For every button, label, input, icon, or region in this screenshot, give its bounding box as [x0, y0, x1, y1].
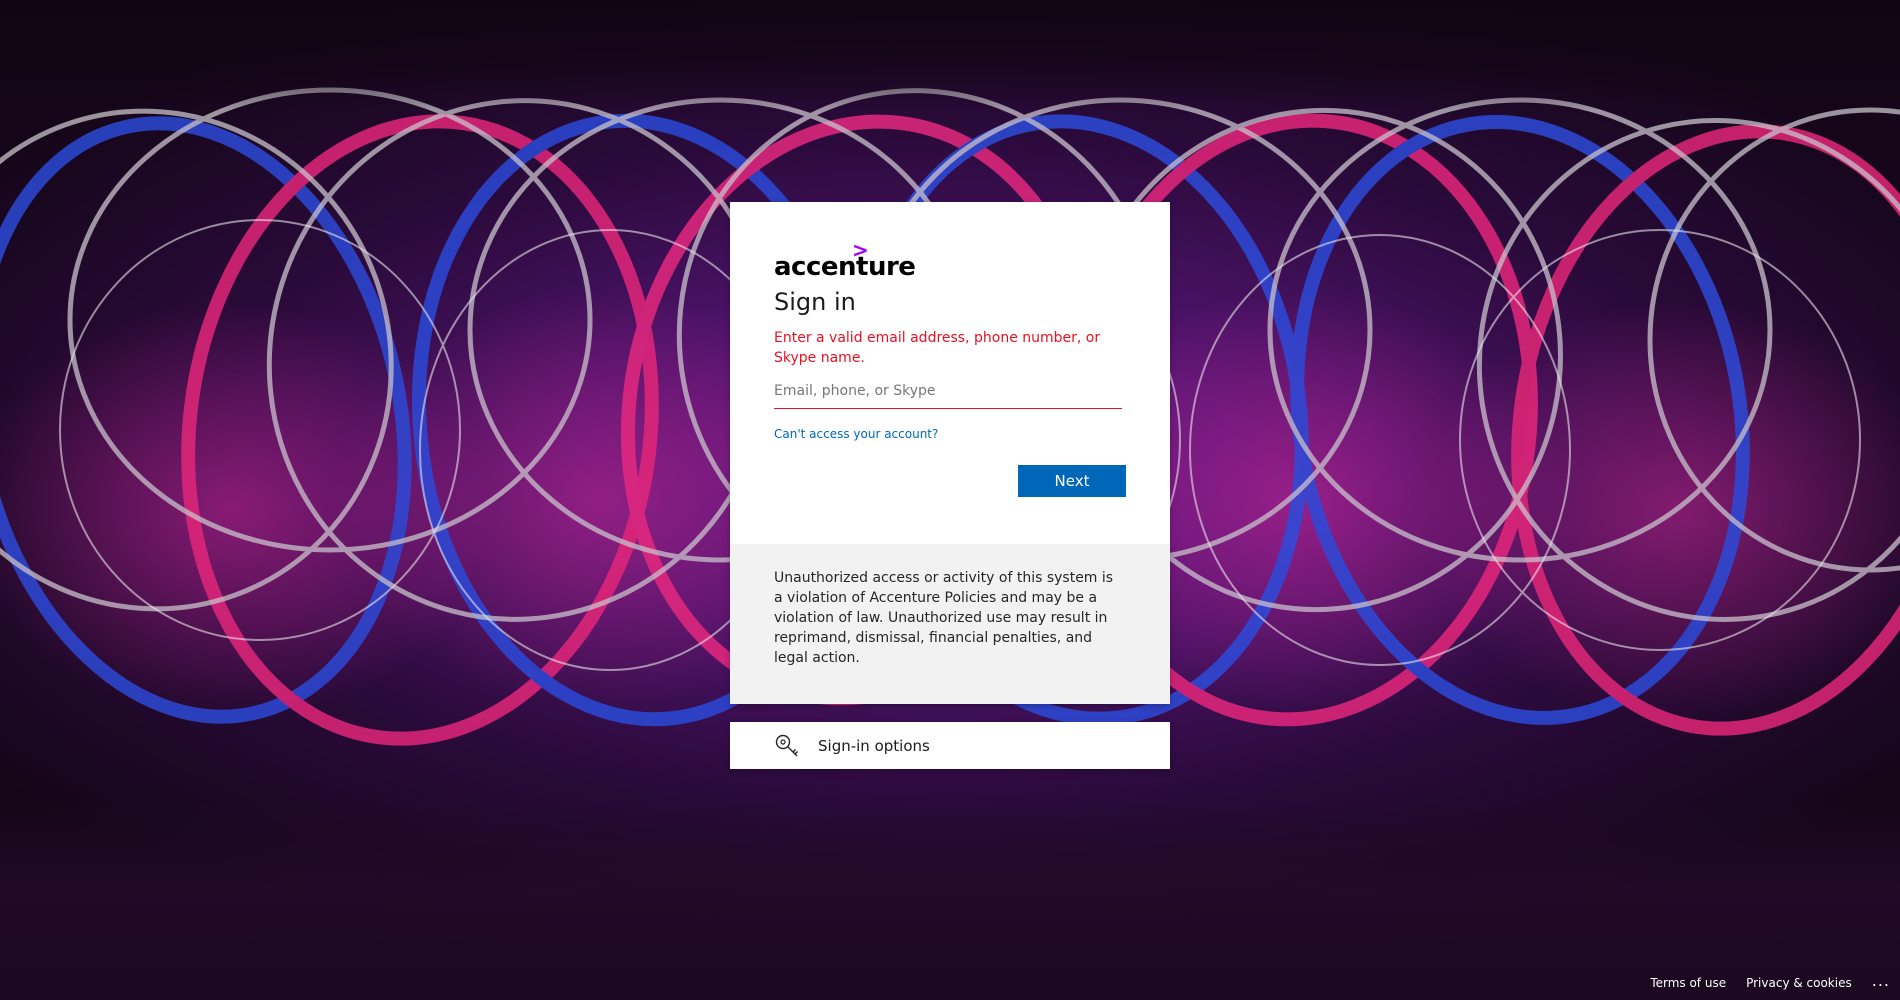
- footer: Terms of use Privacy & cookies ...: [1650, 971, 1890, 994]
- signin-options-button[interactable]: Sign-in options: [730, 722, 1170, 769]
- terms-of-use-link[interactable]: Terms of use: [1650, 976, 1726, 990]
- error-message: Enter a valid email address, phone numbe…: [774, 330, 1101, 366]
- signin-card: > accenture Sign in Enter a valid email …: [730, 202, 1170, 704]
- signin-options-label: Sign-in options: [818, 736, 930, 755]
- background-top-shade: [0, 0, 1900, 110]
- accenture-logo: > accenture: [774, 238, 916, 282]
- page-title: Sign in: [774, 288, 856, 316]
- email-field[interactable]: [774, 376, 1122, 409]
- privacy-cookies-link[interactable]: Privacy & cookies: [1746, 976, 1852, 990]
- cant-access-account-link[interactable]: Can't access your account?: [774, 427, 938, 441]
- more-options-icon[interactable]: ...: [1872, 971, 1890, 994]
- legal-notice: Unauthorized access or activity of this …: [730, 544, 1170, 704]
- logo-wordmark: accenture: [774, 252, 916, 282]
- signin-card-main: > accenture Sign in Enter a valid email …: [730, 202, 1170, 544]
- next-button[interactable]: Next: [1018, 465, 1126, 497]
- background-bottom-shade: [0, 800, 1900, 1000]
- key-search-icon: [775, 734, 798, 756]
